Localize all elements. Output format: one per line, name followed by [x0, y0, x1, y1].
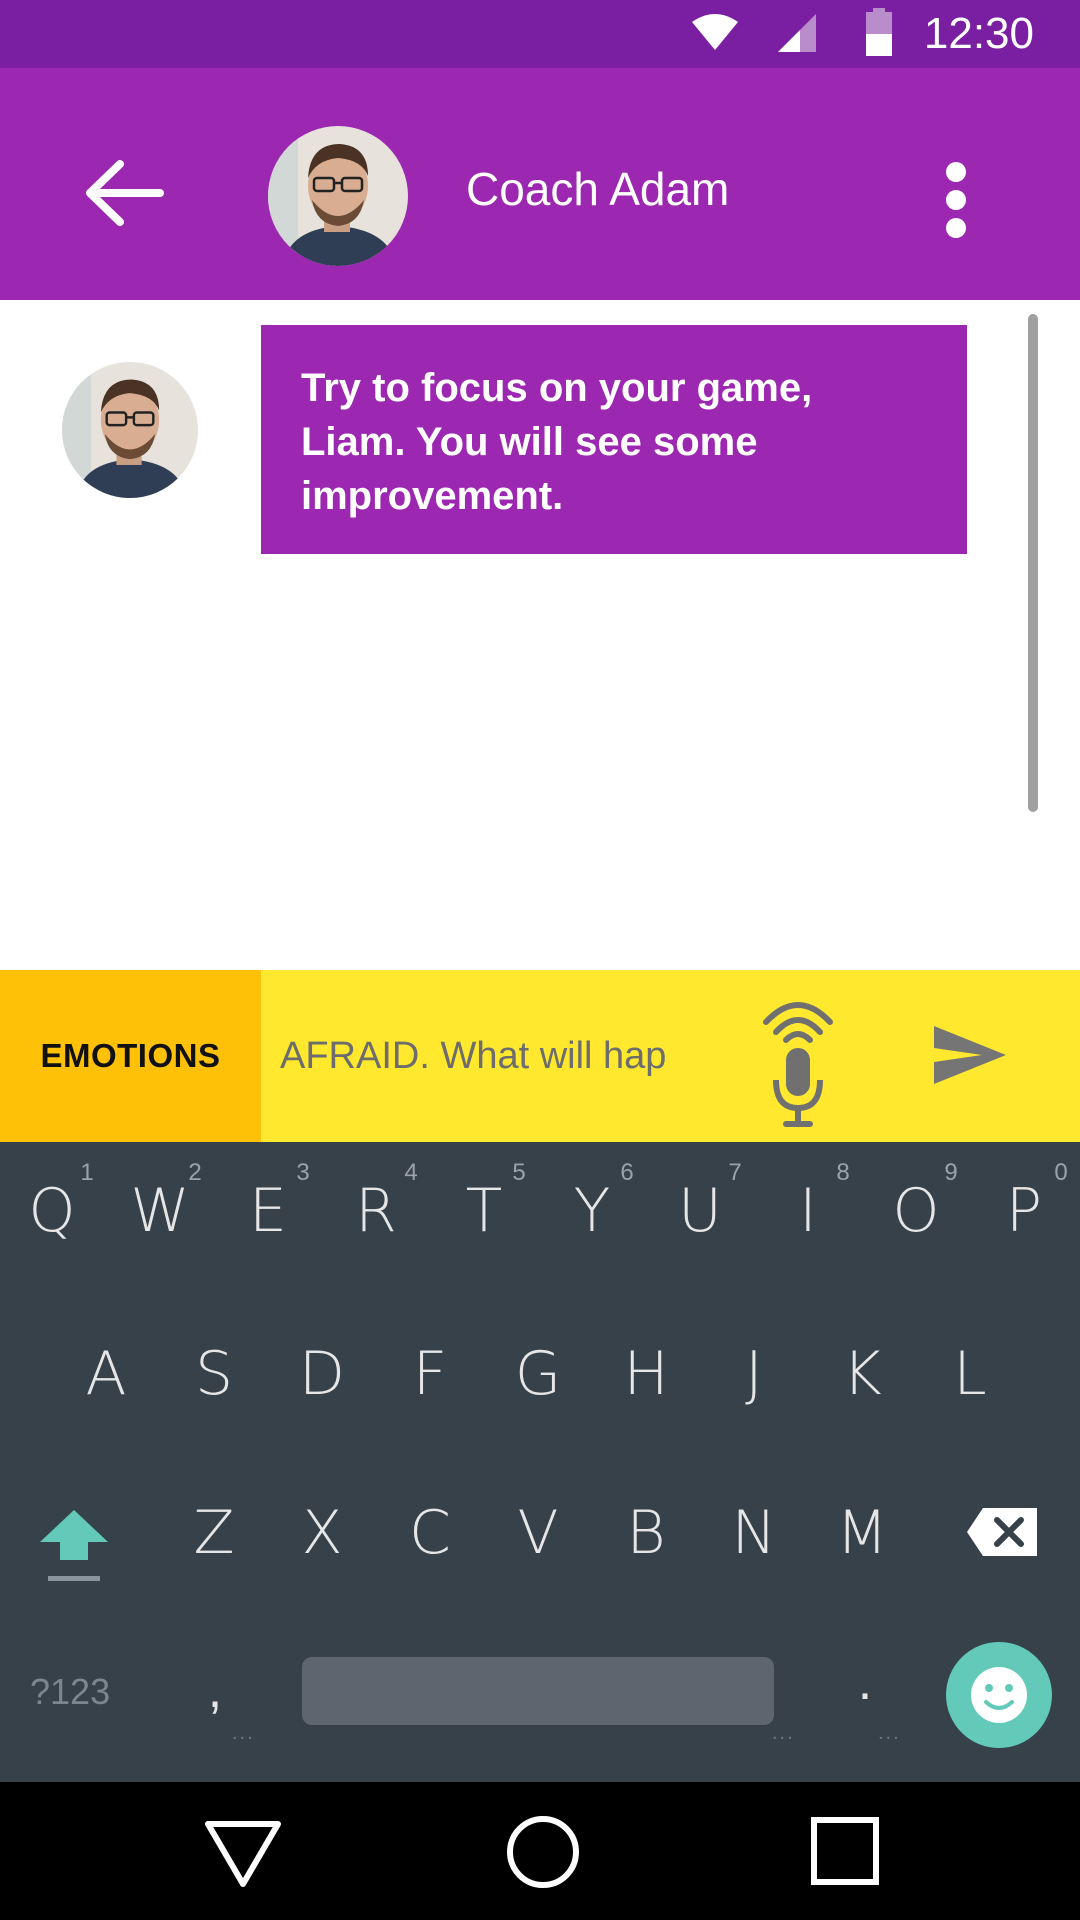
message-avatar[interactable] [62, 362, 198, 498]
key-g[interactable]: G [488, 1339, 588, 1409]
message-bubble[interactable]: Try to focus on your game, Liam. You wil… [261, 325, 967, 554]
emoji-key[interactable] [946, 1642, 1052, 1748]
nav-recents-button[interactable] [800, 1810, 890, 1890]
battery-icon [866, 8, 892, 56]
comma-key[interactable]: , [200, 1660, 230, 1720]
comma-key-dots: ... [232, 1722, 255, 1744]
period-key-dots: ... [878, 1722, 901, 1744]
period-key[interactable]: . [850, 1652, 880, 1712]
key-a[interactable]: A [56, 1339, 156, 1409]
recents-square-icon [811, 1817, 879, 1885]
key-x[interactable]: X [272, 1498, 372, 1568]
coach-avatar-image [268, 126, 408, 266]
key-n[interactable]: N [704, 1498, 804, 1568]
system-nav-bar [0, 1782, 1080, 1920]
send-icon [934, 1026, 1006, 1084]
key-o[interactable]: O [866, 1176, 966, 1246]
key-s[interactable]: S [164, 1339, 264, 1409]
key-m[interactable]: M [812, 1498, 912, 1568]
space-key-dots: ... [772, 1722, 795, 1744]
key-k[interactable]: K [812, 1339, 912, 1409]
header-avatar[interactable] [268, 126, 408, 266]
chat-area[interactable]: Try to focus on your game, Liam. You wil… [0, 300, 1080, 970]
key-c[interactable]: C [380, 1498, 480, 1568]
status-bar: 12:30 [0, 0, 1080, 68]
key-z[interactable]: Z [164, 1498, 264, 1568]
key-hint-7: 7 [728, 1159, 742, 1186]
key-hint-4: 4 [404, 1159, 418, 1186]
key-r[interactable]: R [326, 1176, 426, 1246]
wifi-icon [692, 14, 738, 50]
coach-avatar-image [62, 362, 198, 498]
soft-keyboard: Q W E R T Y U I O P 1 2 3 4 5 6 7 8 9 0 … [0, 1142, 1080, 1782]
more-options-button[interactable] [930, 160, 980, 240]
key-i[interactable]: I [758, 1176, 858, 1246]
signal-icon [778, 14, 816, 52]
key-q[interactable]: Q [2, 1176, 102, 1246]
key-hint-6: 6 [620, 1159, 634, 1186]
key-d[interactable]: D [272, 1339, 372, 1409]
backspace-icon [967, 1508, 1037, 1556]
chat-scrollbar[interactable] [1028, 314, 1038, 812]
key-f[interactable]: F [380, 1339, 480, 1409]
key-b[interactable]: B [596, 1498, 696, 1568]
key-p[interactable]: P [974, 1176, 1074, 1246]
key-hint-8: 8 [836, 1159, 850, 1186]
arrow-back-icon [86, 160, 164, 226]
message-text: Try to focus on your game, Liam. You wil… [301, 366, 813, 518]
nav-home-button[interactable] [498, 1810, 588, 1890]
key-l[interactable]: L [920, 1339, 1020, 1409]
emotions-button[interactable]: EMOTIONS [0, 970, 261, 1142]
status-time: 12:30 [923, 9, 1034, 58]
key-h[interactable]: H [596, 1339, 696, 1409]
app-bar: Coach Adam [0, 68, 1080, 300]
chat-title: Coach Adam [466, 163, 730, 215]
send-button[interactable] [930, 1020, 1010, 1090]
back-triangle-icon [205, 1821, 281, 1887]
back-button[interactable] [80, 158, 170, 228]
space-key[interactable] [302, 1657, 774, 1725]
emotions-label: EMOTIONS [40, 1037, 221, 1074]
key-t[interactable]: T [434, 1176, 534, 1246]
emoji-icon [971, 1667, 1027, 1723]
composer-bar: EMOTIONS [0, 970, 1080, 1142]
message-input[interactable] [280, 1016, 720, 1096]
key-u[interactable]: U [650, 1176, 750, 1246]
shift-icon [40, 1510, 108, 1581]
shift-key[interactable] [36, 1504, 112, 1584]
key-hint-1: 1 [80, 1159, 94, 1186]
key-hint-9: 9 [944, 1159, 958, 1186]
key-hint-3: 3 [296, 1159, 310, 1186]
key-hint-0: 0 [1054, 1159, 1068, 1186]
key-hint-5: 5 [512, 1159, 526, 1186]
key-hint-2: 2 [188, 1159, 202, 1186]
voice-input-button[interactable] [750, 990, 846, 1130]
mic-icon [763, 1002, 833, 1127]
symbols-key[interactable]: ?123 [30, 1670, 110, 1714]
key-j[interactable]: J [704, 1339, 804, 1409]
nav-back-button[interactable] [198, 1810, 288, 1890]
key-y[interactable]: Y [542, 1176, 642, 1246]
key-v[interactable]: V [488, 1498, 588, 1568]
backspace-key[interactable] [965, 1504, 1041, 1560]
home-circle-icon [507, 1816, 579, 1888]
key-e[interactable]: E [218, 1176, 318, 1246]
key-w[interactable]: W [110, 1176, 210, 1246]
